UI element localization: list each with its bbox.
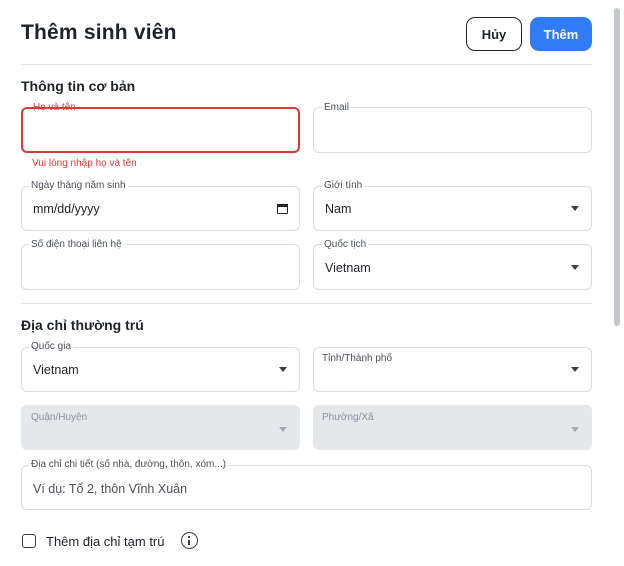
dob-field[interactable]: mm/dd/yyyy — [21, 186, 300, 231]
chevron-down-icon — [571, 265, 579, 270]
gender-label: Giới tính — [322, 180, 365, 191]
chevron-down-icon — [279, 367, 287, 372]
add-button[interactable]: Thêm — [530, 17, 592, 51]
email-label: Email — [322, 102, 352, 113]
cancel-button[interactable]: Hủy — [466, 17, 522, 51]
dialog-title: Thêm sinh viên — [21, 21, 177, 44]
email-field[interactable] — [313, 107, 592, 153]
ward-label: Phường/Xã — [322, 412, 374, 423]
add-student-dialog: Thêm sinh viên Hủy Thêm Thông tin cơ bản… — [0, 0, 624, 566]
address-detail-label: Địa chỉ chi tiết (số nhà, đường, thôn, x… — [29, 459, 229, 470]
phone-field[interactable] — [21, 244, 300, 290]
temp-address-checkbox[interactable] — [22, 534, 36, 548]
address-detail-field[interactable]: Ví dụ: Tổ 2, thôn Vĩnh Xuân — [21, 465, 592, 510]
address-detail-placeholder: Ví dụ: Tổ 2, thôn Vĩnh Xuân — [33, 482, 188, 496]
gender-value: Nam — [325, 202, 352, 216]
section-divider — [21, 303, 592, 304]
full-name-error: Vui lòng nhập họ và tên — [32, 158, 137, 169]
phone-label: Số điện thoại liên hệ — [29, 239, 124, 250]
chevron-down-icon — [279, 427, 287, 432]
basic-info-section-title: Thông tin cơ bản — [21, 78, 136, 94]
nationality-label: Quốc tịch — [322, 239, 369, 250]
nationality-select[interactable]: Vietnam — [313, 244, 592, 290]
gender-select[interactable]: Nam — [313, 186, 592, 231]
country-value: Vietnam — [33, 363, 79, 377]
permanent-address-section-title: Địa chỉ thường trú — [21, 317, 144, 333]
temp-address-label[interactable]: Thêm địa chỉ tạm trú — [46, 534, 165, 549]
province-label: Tỉnh/Thành phố — [322, 353, 393, 364]
dob-placeholder: mm/dd/yyyy — [33, 202, 100, 216]
nationality-value: Vietnam — [325, 261, 371, 275]
full-name-field[interactable] — [21, 107, 300, 153]
calendar-icon[interactable] — [276, 203, 288, 214]
info-icon[interactable] — [181, 532, 198, 549]
country-label: Quốc gia — [29, 341, 74, 352]
district-label: Quận/Huyện — [31, 412, 88, 423]
header-divider — [21, 64, 592, 65]
chevron-down-icon — [571, 427, 579, 432]
country-select[interactable]: Vietnam — [21, 347, 300, 392]
dob-label: Ngày tháng năm sinh — [29, 180, 128, 191]
chevron-down-icon — [571, 206, 579, 211]
full-name-label: Họ và tên — [33, 102, 76, 113]
chevron-down-icon — [571, 367, 579, 372]
scrollbar-thumb[interactable] — [614, 8, 620, 326]
